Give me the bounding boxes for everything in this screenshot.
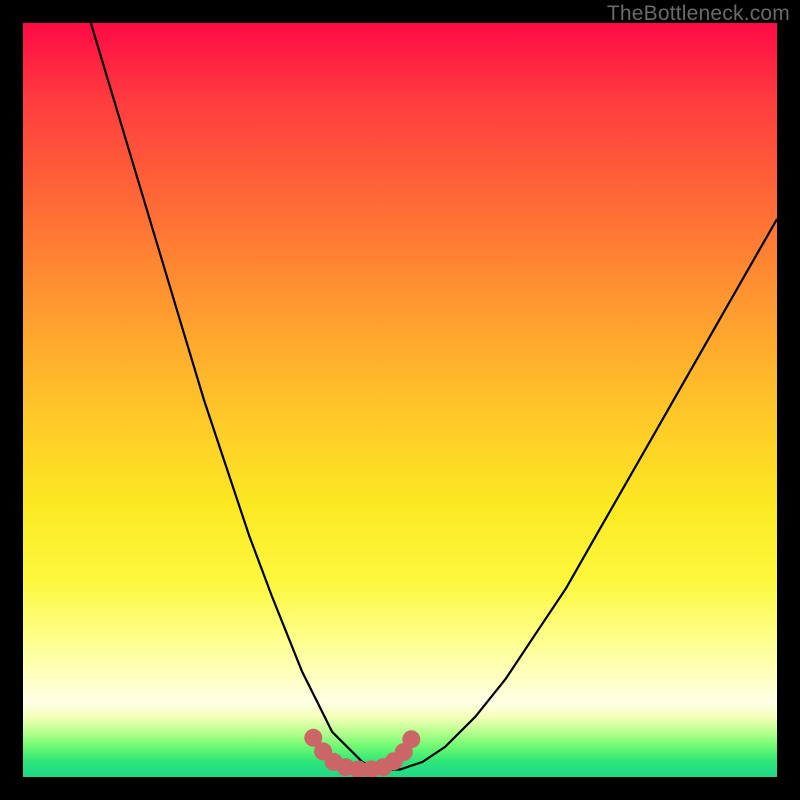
chart-frame: TheBottleneck.com: [0, 0, 800, 800]
bottom-marker-dot: [402, 730, 420, 748]
watermark-text: TheBottleneck.com: [607, 2, 790, 26]
bottleneck-curve-svg: [23, 23, 777, 777]
chart-plot-area: [23, 23, 777, 777]
bottleneck-curve-path: [91, 23, 777, 770]
bottom-marker-group: [304, 729, 420, 777]
